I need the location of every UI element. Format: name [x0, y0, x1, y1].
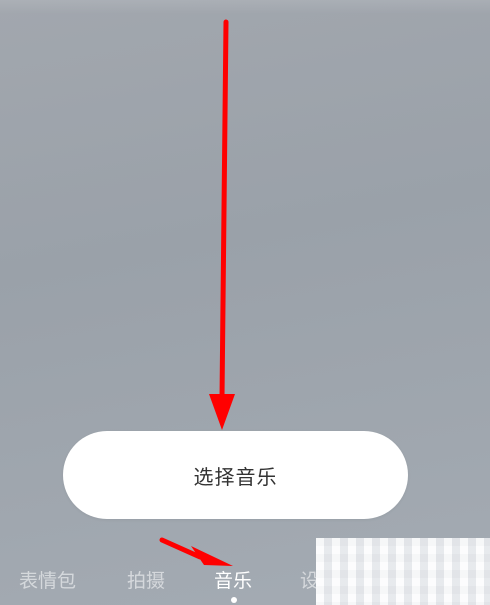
select-music-button[interactable]: 选择音乐: [63, 431, 408, 519]
tab-settings-partial[interactable]: 设: [300, 566, 316, 593]
tab-stickers[interactable]: 表情包: [19, 566, 76, 593]
active-tab-indicator: [231, 597, 237, 603]
top-edge-highlight: [0, 0, 490, 14]
mosaic-mask: [316, 538, 490, 605]
tab-shoot[interactable]: 拍摄: [127, 566, 165, 593]
tab-music[interactable]: 音乐: [214, 566, 252, 593]
arrow-down-icon: [209, 19, 235, 430]
